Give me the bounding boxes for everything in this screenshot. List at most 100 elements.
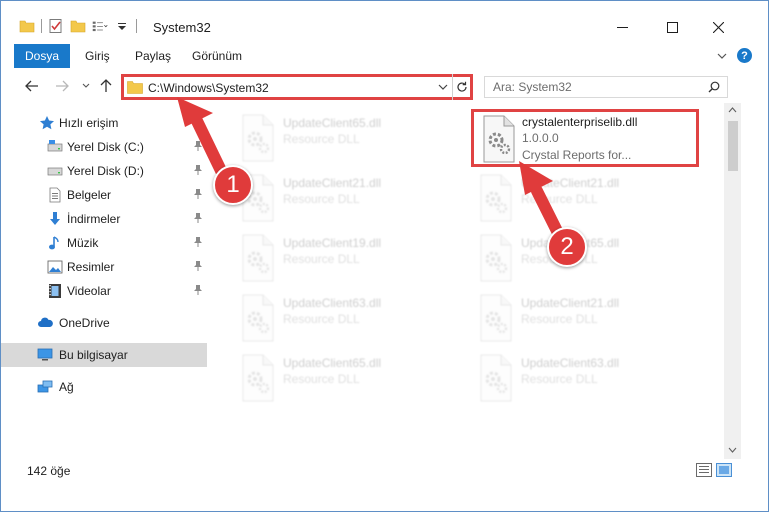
ribbon-tabs: Dosya Giriş Paylaş Görünüm ? bbox=[1, 44, 768, 68]
pin-icon[interactable] bbox=[193, 164, 203, 176]
close-icon bbox=[712, 21, 724, 33]
search-input[interactable] bbox=[485, 77, 695, 97]
vertical-scrollbar[interactable] bbox=[724, 103, 741, 459]
sidebar-item-label: Hızlı erişim bbox=[59, 116, 119, 130]
customize-toolbar-icon[interactable] bbox=[92, 18, 108, 34]
file-name: UpdateClient63.dll bbox=[283, 296, 382, 310]
sidebar-item-network[interactable]: Ağ bbox=[1, 375, 207, 399]
sidebar-item-onedrive[interactable]: OneDrive bbox=[1, 311, 207, 335]
arrow-left-icon bbox=[25, 80, 38, 92]
file-tile[interactable]: UpdateClient21.dll Resource DLL bbox=[473, 293, 703, 349]
pin-icon[interactable] bbox=[193, 260, 203, 272]
details-view-icon[interactable] bbox=[696, 463, 712, 477]
arrow-right-icon bbox=[56, 80, 69, 92]
sidebar-item-downloads[interactable]: İndirmeler bbox=[1, 207, 207, 231]
item-count: 142 öğe bbox=[27, 464, 71, 478]
file-type: Resource DLL bbox=[283, 372, 360, 386]
sidebar-item-quick-access[interactable]: Hızlı erişim bbox=[1, 111, 207, 135]
computer-icon bbox=[37, 348, 53, 361]
file-list: UpdateClient65.dll Resource DLL UpdateClie… bbox=[217, 107, 721, 459]
scrollbar-thumb[interactable] bbox=[728, 121, 738, 171]
step-2-badge: 2 bbox=[547, 227, 587, 267]
dll-file-icon bbox=[242, 294, 274, 342]
cloud-icon bbox=[38, 317, 53, 327]
music-icon bbox=[49, 236, 59, 250]
file-tile[interactable]: UpdateClient63.dll Resource DLL bbox=[235, 293, 465, 349]
file-tile[interactable]: UpdateClient65.dllResource DLL bbox=[473, 233, 703, 289]
step-1-badge: 1 bbox=[213, 165, 253, 205]
file-type: Resource DLL bbox=[283, 252, 360, 266]
forward-button[interactable] bbox=[53, 77, 71, 95]
refresh-button[interactable] bbox=[452, 74, 470, 100]
maximize-icon bbox=[666, 21, 678, 33]
sidebar-item-label: Resimler bbox=[67, 260, 115, 274]
chevron-down-icon[interactable] bbox=[438, 83, 448, 91]
sidebar-item-pictures[interactable]: Resimler bbox=[1, 255, 207, 279]
file-tile[interactable]: UpdateClient21.dll Resource DLL bbox=[235, 173, 465, 229]
file-tile[interactable]: UpdateClient65.dllResource DLL bbox=[235, 113, 465, 169]
pin-icon[interactable] bbox=[193, 284, 203, 296]
pin-icon[interactable] bbox=[193, 140, 203, 152]
file-tile[interactable]: UpdateClient65.dllResource DLL bbox=[235, 353, 465, 409]
pin-icon[interactable] bbox=[193, 236, 203, 248]
maximize-button[interactable] bbox=[649, 13, 695, 41]
help-button[interactable]: ? bbox=[737, 48, 752, 63]
toolbar-separator bbox=[136, 19, 137, 33]
sidebar-item-music[interactable]: Müzik bbox=[1, 231, 207, 255]
file-tile[interactable]: UpdateClient19.dll Resource DLL bbox=[235, 233, 465, 289]
expand-ribbon-icon[interactable] bbox=[717, 52, 727, 60]
chevron-down-icon bbox=[82, 83, 90, 88]
scroll-down-icon[interactable] bbox=[728, 447, 737, 453]
pin-icon[interactable] bbox=[193, 188, 203, 200]
sidebar-item-label: Ağ bbox=[59, 380, 74, 394]
dll-file-icon bbox=[480, 174, 512, 222]
navigation-bar: C:\Windows\System32 bbox=[1, 71, 768, 103]
search-box[interactable] bbox=[484, 76, 728, 98]
ribbon-controls: ? bbox=[717, 48, 752, 63]
scroll-up-icon[interactable] bbox=[728, 107, 737, 113]
download-icon bbox=[50, 212, 60, 225]
highlighted-file-tile[interactable]: crystalenterpriselib.dll 1.0.0.0 Crystal R… bbox=[471, 109, 699, 167]
close-button[interactable] bbox=[695, 13, 741, 41]
file-tile[interactable]: UpdateClient21.dll Resource DLL bbox=[473, 173, 703, 229]
dll-file-icon bbox=[242, 234, 274, 282]
up-button[interactable] bbox=[97, 77, 115, 95]
sidebar-item-documents[interactable]: Belgeler bbox=[1, 183, 207, 207]
pin-icon[interactable] bbox=[193, 212, 203, 224]
sidebar-item-label: Müzik bbox=[67, 236, 99, 250]
help-icon: ? bbox=[741, 49, 748, 62]
search-icon bbox=[708, 81, 720, 93]
tab-home[interactable]: Giriş bbox=[73, 44, 122, 68]
sidebar-item-this-pc[interactable]: Bu bilgisayar bbox=[1, 343, 207, 367]
explorer-window: System32 Dosya Giriş Paylaş Görünüm ? C:… bbox=[0, 0, 769, 512]
chevron-down-icon[interactable] bbox=[114, 18, 130, 34]
toolbar-separator bbox=[41, 19, 42, 33]
window-title: System32 bbox=[153, 20, 211, 35]
minimize-button[interactable] bbox=[599, 13, 645, 41]
sidebar-item-label: İndirmeler bbox=[67, 212, 121, 226]
folder-icon bbox=[19, 20, 35, 33]
file-type: Resource DLL bbox=[521, 312, 598, 326]
sidebar-item-label: OneDrive bbox=[59, 316, 110, 330]
dll-file-icon bbox=[483, 115, 515, 163]
back-button[interactable] bbox=[23, 77, 41, 95]
tab-file[interactable]: Dosya bbox=[14, 44, 70, 68]
large-icons-view-icon[interactable] bbox=[716, 463, 732, 477]
address-bar[interactable]: C:\Windows\System32 bbox=[121, 74, 473, 100]
file-tile[interactable]: UpdateClient63.dll Resource DLL bbox=[473, 353, 703, 409]
video-icon bbox=[49, 284, 61, 298]
file-type: Resource DLL bbox=[521, 372, 598, 386]
properties-icon[interactable] bbox=[48, 18, 64, 34]
sidebar-item-local-disk-c[interactable]: Yerel Disk (C:) bbox=[1, 135, 207, 159]
sidebar-item-videos[interactable]: Videolar bbox=[1, 279, 207, 303]
tab-view[interactable]: Görünüm bbox=[180, 44, 254, 68]
file-name: UpdateClient19.dll bbox=[283, 236, 382, 250]
tab-share[interactable]: Paylaş bbox=[123, 44, 183, 68]
new-folder-icon[interactable] bbox=[70, 18, 86, 34]
sidebar-item-local-disk-d[interactable]: Yerel Disk (D:) bbox=[1, 159, 207, 183]
refresh-icon bbox=[456, 81, 467, 92]
sidebar-item-label: Bu bilgisayar bbox=[59, 348, 128, 362]
minimize-icon bbox=[616, 26, 628, 28]
file-description: Crystal Reports for... bbox=[522, 148, 632, 162]
recent-locations-button[interactable] bbox=[77, 77, 95, 95]
